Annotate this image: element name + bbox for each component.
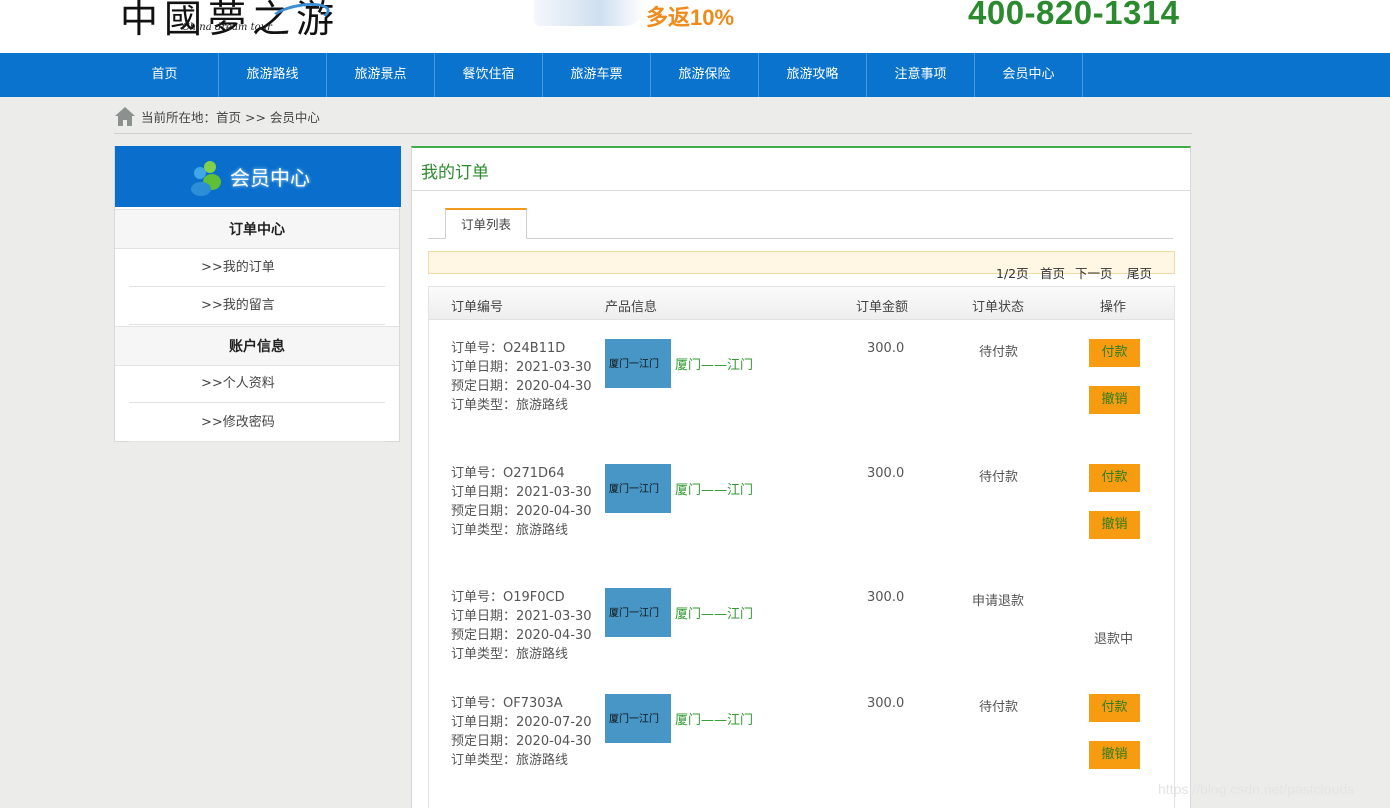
pager-first-link[interactable]: 首页 <box>1040 263 1065 282</box>
order-amount: 300.0 <box>867 696 905 711</box>
sidebar-item-my-messages[interactable]: >>我的留言 <box>129 287 385 325</box>
order-number: 订单号：O24B11D <box>451 341 566 356</box>
order-info: 订单号：O271D64 订单日期：2021-03-30 预定日期：2020-04… <box>451 464 592 540</box>
promo-image <box>534 0 644 26</box>
sidebar-group-orders: 订单中心 <box>115 209 399 249</box>
orders-panel: 我的订单 订单列表 1/2页 首页 下一页 尾页 订单编号 产品信息 订单金额 … <box>411 146 1191 808</box>
sidebar-header: 会员中心 <box>115 146 401 207</box>
sidebar-item-profile[interactable]: >>个人资料 <box>129 365 385 403</box>
order-status-text: 待付款 <box>979 345 1019 360</box>
order-type: 订单类型：旅游路线 <box>451 523 569 538</box>
pay-button[interactable]: 付款 <box>1089 339 1140 367</box>
sidebar-item-my-orders[interactable]: >>我的订单 <box>129 249 385 287</box>
page-title: 我的订单 <box>421 163 489 183</box>
order-status-text: 申请退款 <box>972 594 1025 609</box>
refund-status: 退款中 <box>1094 632 1134 647</box>
order-date: 订单日期：2021-03-30 <box>451 360 592 375</box>
order-info: 订单号：OF7303A 订单日期：2020-07-20 预定日期：2020-04… <box>451 694 592 770</box>
order-type: 订单类型：旅游路线 <box>451 398 569 413</box>
sidebar-item-change-password[interactable]: >>修改密码 <box>129 404 385 442</box>
site-header: 中國夢之游 China dream tour 多返10% 400-820-131… <box>0 0 1390 53</box>
tab-divider <box>428 238 1173 239</box>
pay-button[interactable]: 付款 <box>1089 464 1140 492</box>
orders-table-header: 订单编号 产品信息 订单金额 订单状态 操作 <box>428 286 1175 320</box>
nav-item-guides[interactable]: 旅游攻略 <box>759 53 867 97</box>
product-thumbnail[interactable]: 厦门一江门 <box>605 588 671 637</box>
product-thumbnail[interactable]: 厦门一江门 <box>605 339 671 388</box>
reserve-date: 预定日期：2020-04-30 <box>451 504 592 519</box>
product-name-link[interactable]: 厦门——江门 <box>675 354 753 373</box>
thumbnail-caption: 厦门一江门 <box>609 714 659 725</box>
reserve-date: 预定日期：2020-04-30 <box>451 379 592 394</box>
order-amount: 300.0 <box>867 466 905 481</box>
order-status-text: 待付款 <box>979 700 1019 715</box>
sidebar-title: 会员中心 <box>230 166 310 190</box>
table-row: 订单号：O19F0CD 订单日期：2021-03-30 预定日期：2020-04… <box>429 588 1174 708</box>
nav-item-spots[interactable]: 旅游景点 <box>327 53 435 97</box>
order-number: 订单号：O19F0CD <box>451 590 565 605</box>
main-nav: 首页 旅游路线 旅游景点 餐饮住宿 旅游车票 旅游保险 旅游攻略 注意事项 会员… <box>0 53 1390 97</box>
cancel-button[interactable]: 撤销 <box>1089 386 1140 414</box>
order-info: 订单号：O19F0CD 订单日期：2021-03-30 预定日期：2020-04… <box>451 588 592 664</box>
cancel-button[interactable]: 撤销 <box>1089 511 1140 539</box>
order-status-text: 待付款 <box>979 470 1019 485</box>
thumbnail-caption: 厦门一江门 <box>609 608 659 619</box>
order-date: 订单日期：2020-07-20 <box>451 715 592 730</box>
breadcrumb-text: 当前所在地：首页 >> 会员中心 <box>141 110 320 125</box>
breadcrumb: 当前所在地：首页 >> 会员中心 <box>114 104 1192 134</box>
users-icon <box>191 161 221 196</box>
pay-button[interactable]: 付款 <box>1089 694 1140 722</box>
table-border-right <box>1174 320 1175 808</box>
order-type: 订单类型：旅游路线 <box>451 647 569 662</box>
product-name-link[interactable]: 厦门——江门 <box>675 479 753 498</box>
nav-item-dining[interactable]: 餐饮住宿 <box>435 53 543 97</box>
order-number: 订单号：OF7303A <box>451 696 563 711</box>
product-thumbnail[interactable]: 厦门一江门 <box>605 464 671 513</box>
product-thumbnail[interactable]: 厦门一江门 <box>605 694 671 743</box>
promo-banner[interactable]: 多返10% <box>534 0 774 32</box>
thumbnail-caption: 厦门一江门 <box>609 484 659 495</box>
nav-item-member[interactable]: 会员中心 <box>975 53 1083 97</box>
thumbnail-caption: 厦门一江门 <box>609 359 659 370</box>
page-indicator: 1/2页 <box>996 266 1029 281</box>
order-date: 订单日期：2021-03-30 <box>451 485 592 500</box>
order-amount: 300.0 <box>867 590 905 605</box>
site-logo[interactable]: 中國夢之游 China dream tour <box>120 0 340 41</box>
order-info: 订单号：O24B11D 订单日期：2021-03-30 预定日期：2020-04… <box>451 339 592 415</box>
sidebar-group-account: 账户信息 <box>115 326 399 366</box>
table-row: 订单号：O271D64 订单日期：2021-03-30 预定日期：2020-04… <box>429 464 1174 584</box>
product-name-link[interactable]: 厦门——江门 <box>675 603 753 622</box>
table-row: 订单号：O24B11D 订单日期：2021-03-30 预定日期：2020-04… <box>429 339 1174 459</box>
promo-text: 多返10% <box>646 5 735 30</box>
watermark-text: https://blog.csdn.net/pastclouds <box>1158 781 1355 797</box>
nav-item-tickets[interactable]: 旅游车票 <box>543 53 651 97</box>
column-header-status: 订单状态 <box>972 300 1025 315</box>
order-number: 订单号：O271D64 <box>451 466 565 481</box>
nav-item-home[interactable]: 首页 <box>111 53 219 97</box>
pager-last-link[interactable]: 尾页 <box>1127 263 1152 282</box>
reserve-date: 预定日期：2020-04-30 <box>451 628 592 643</box>
hotline-number: 400-820-1314 <box>968 0 1180 31</box>
table-row: 订单号：OF7303A 订单日期：2020-07-20 预定日期：2020-04… <box>429 694 1174 808</box>
order-type: 订单类型：旅游路线 <box>451 753 569 768</box>
column-header-product: 产品信息 <box>605 300 658 315</box>
sidebar: 会员中心 订单中心 >>我的订单 >>我的留言 账户信息 >>个人资料 >>修改… <box>114 146 401 442</box>
column-header-amount: 订单金额 <box>856 300 909 315</box>
order-date: 订单日期：2021-03-30 <box>451 609 592 624</box>
column-header-order-no: 订单编号 <box>451 300 504 315</box>
column-header-actions: 操作 <box>1100 300 1127 315</box>
nav-item-insurance[interactable]: 旅游保险 <box>651 53 759 97</box>
logo-sub-text: China dream tour <box>182 22 272 33</box>
product-name-link[interactable]: 厦门——江门 <box>675 709 753 728</box>
pagination-bar: 1/2页 首页 下一页 尾页 <box>428 251 1175 281</box>
tab-order-list[interactable]: 订单列表 <box>445 208 527 239</box>
nav-item-notices[interactable]: 注意事项 <box>867 53 975 97</box>
pager-next-link[interactable]: 下一页 <box>1075 263 1113 282</box>
order-amount: 300.0 <box>867 341 905 356</box>
home-icon <box>115 107 135 126</box>
title-divider <box>412 190 1190 191</box>
nav-item-routes[interactable]: 旅游路线 <box>219 53 327 97</box>
reserve-date: 预定日期：2020-04-30 <box>451 734 592 749</box>
cancel-button[interactable]: 撤销 <box>1089 741 1140 769</box>
